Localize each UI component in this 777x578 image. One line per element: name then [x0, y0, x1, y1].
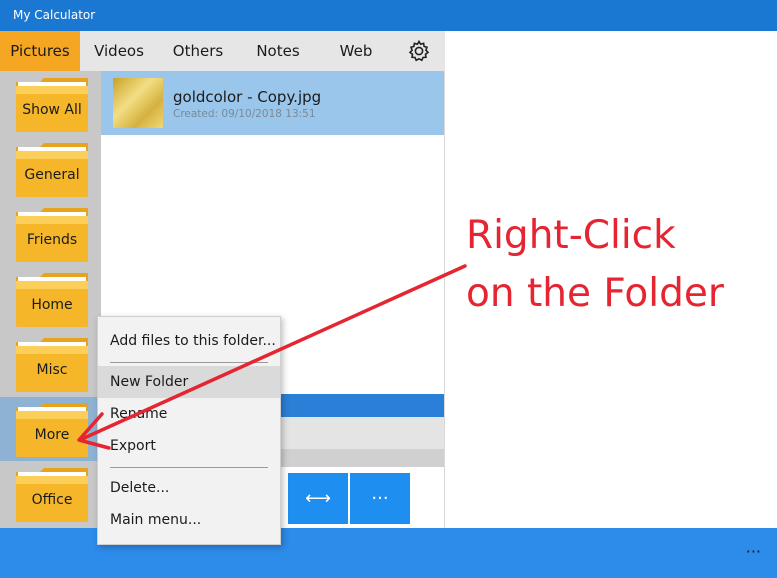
gear-icon[interactable] [406, 38, 432, 64]
folder-label: General [24, 167, 80, 183]
folder-label: Show All [22, 102, 82, 118]
annotation-line-2: on the Folder [466, 271, 724, 316]
tab-pictures[interactable]: Pictures [0, 31, 80, 71]
folder-show-all[interactable]: Show All [14, 76, 90, 134]
ellipsis-icon: ··· [371, 488, 389, 509]
folder-friends[interactable]: Friends [14, 206, 90, 264]
menu-item-add-files[interactable]: Add files to this folder... [98, 325, 280, 357]
folder-general[interactable]: General [14, 141, 90, 199]
swap-button[interactable]: ⟷ [288, 473, 348, 524]
swap-icon: ⟷ [305, 488, 331, 509]
context-menu: Add files to this folder... New Folder R… [97, 316, 281, 545]
file-name: goldcolor - Copy.jpg [173, 88, 322, 106]
folder-misc[interactable]: Misc [14, 336, 90, 394]
file-list-item[interactable]: goldcolor - Copy.jpg Created: 09/10/2018… [101, 71, 444, 135]
tab-others[interactable]: Others [158, 31, 238, 71]
ellipsis-icon[interactable]: ··· [746, 542, 761, 561]
folder-label: Misc [36, 362, 68, 378]
menu-item-rename[interactable]: Rename [98, 398, 280, 430]
folder-sidebar: Show All General Friends Home Misc More … [0, 71, 101, 528]
window-title: My Calculator [13, 8, 96, 22]
more-options-button[interactable]: ··· [350, 473, 410, 524]
menu-item-export[interactable]: Export [98, 430, 280, 462]
tab-notes[interactable]: Notes [238, 31, 318, 71]
menu-item-delete[interactable]: Delete... [98, 472, 280, 504]
title-bar: My Calculator [0, 0, 777, 31]
folder-label: Office [31, 492, 73, 508]
image-thumbnail [113, 78, 163, 128]
menu-separator [110, 467, 268, 468]
folder-label: Friends [26, 232, 78, 248]
file-created-date: Created: 09/10/2018 13:51 [173, 108, 316, 120]
folder-label: Home [31, 297, 73, 313]
folder-home[interactable]: Home [14, 271, 90, 329]
folder-office[interactable]: Office [14, 466, 90, 524]
tab-web[interactable]: Web [318, 31, 394, 71]
menu-item-new-folder[interactable]: New Folder [98, 366, 280, 398]
menu-separator [110, 362, 268, 363]
folder-label: More [34, 427, 70, 443]
menu-item-main-menu[interactable]: Main menu... [98, 504, 280, 536]
folder-more[interactable]: More [14, 401, 90, 459]
category-tab-bar: Pictures Videos Others Notes Web [0, 31, 445, 71]
tab-videos[interactable]: Videos [80, 31, 158, 71]
annotation-line-1: Right-Click [466, 213, 676, 258]
